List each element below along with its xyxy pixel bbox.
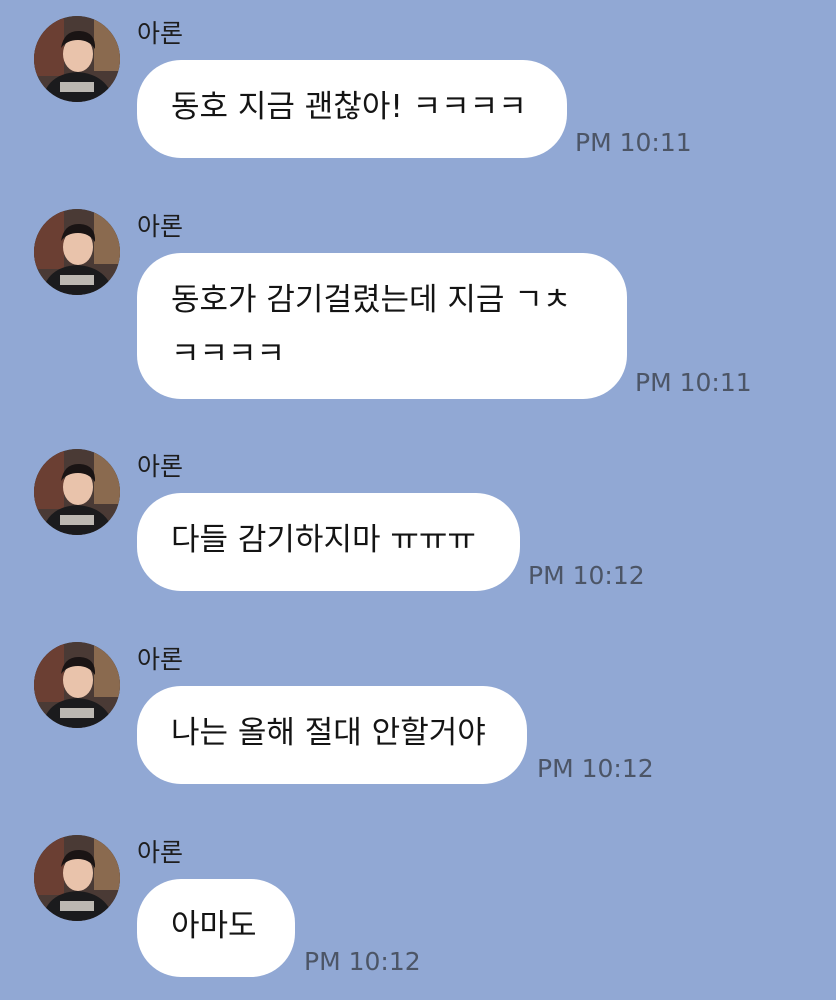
message-bubble: 다들 감기하지마 ㅠㅠㅠ xyxy=(137,493,520,591)
message-bubble: 나는 올해 절대 안할거야 xyxy=(137,686,527,784)
chat-message: 아론 동호 지금 괜찮아! ㅋㅋㅋㅋ PM 10:11 xyxy=(0,0,836,180)
profile-photo-icon xyxy=(34,642,120,728)
message-bubble: 동호가 감기걸렸는데 지금 ㄱㅊ ㅋㅋㅋㅋ xyxy=(137,253,627,399)
message-timestamp: PM 10:11 xyxy=(635,368,752,397)
sender-name: 아론 xyxy=(137,838,184,867)
sender-name: 아론 xyxy=(137,19,184,48)
chat-message: 아론 아마도 PM 10:12 xyxy=(0,819,836,999)
message-bubble: 동호 지금 괜찮아! ㅋㅋㅋㅋ xyxy=(137,60,567,158)
message-timestamp: PM 10:12 xyxy=(537,754,654,783)
message-timestamp: PM 10:11 xyxy=(575,128,692,157)
profile-photo-icon xyxy=(34,209,120,295)
chat-message: 아론 다들 감기하지마 ㅠㅠㅠ PM 10:12 xyxy=(0,433,836,613)
avatar[interactable] xyxy=(34,835,120,921)
sender-name: 아론 xyxy=(137,452,184,481)
message-bubble: 아마도 xyxy=(137,879,295,977)
chat-message-list: 아론 동호 지금 괜찮아! ㅋㅋㅋㅋ PM 10:11 아론 동호가 감기걸렸는… xyxy=(0,0,836,1000)
message-timestamp: PM 10:12 xyxy=(528,561,645,590)
avatar[interactable] xyxy=(34,642,120,728)
avatar[interactable] xyxy=(34,16,120,102)
sender-name: 아론 xyxy=(137,645,184,674)
chat-message: 아론 나는 올해 절대 안할거야 PM 10:12 xyxy=(0,626,836,806)
sender-name: 아론 xyxy=(137,212,184,241)
chat-message: 아론 동호가 감기걸렸는데 지금 ㄱㅊ ㅋㅋㅋㅋ PM 10:11 xyxy=(0,193,836,413)
profile-photo-icon xyxy=(34,835,120,921)
message-timestamp: PM 10:12 xyxy=(304,947,421,976)
profile-photo-icon xyxy=(34,449,120,535)
avatar[interactable] xyxy=(34,449,120,535)
avatar[interactable] xyxy=(34,209,120,295)
profile-photo-icon xyxy=(34,16,120,102)
